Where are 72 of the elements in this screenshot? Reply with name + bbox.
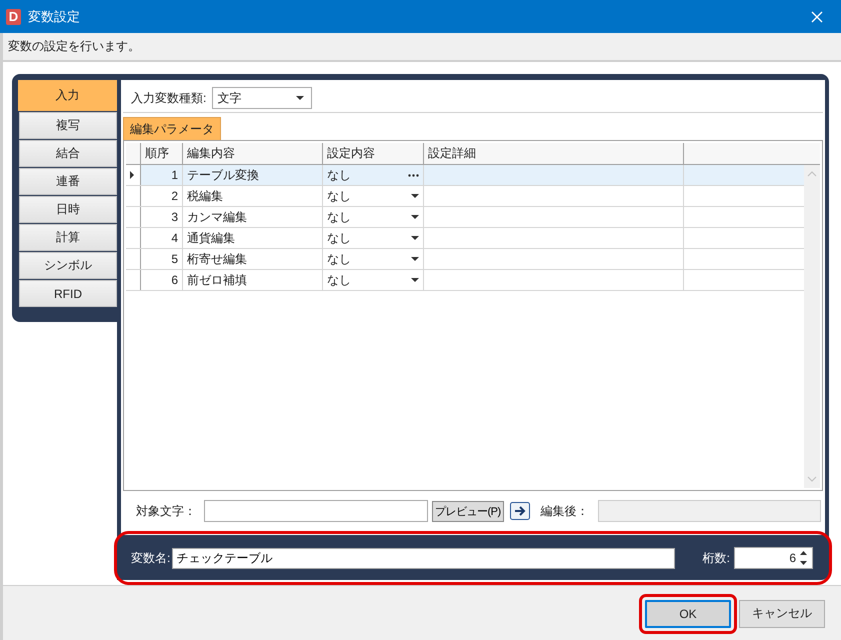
table-row[interactable]: 5 桁寄せ編集 なし xyxy=(126,249,804,270)
caret-icon xyxy=(411,215,419,219)
table-cell: テーブル変換 xyxy=(183,165,323,185)
table-cell: 通貨編集 xyxy=(183,228,323,248)
scroll-up-icon xyxy=(807,171,817,177)
caret-icon xyxy=(296,96,304,100)
table-row[interactable]: 1 テーブル変換 なし xyxy=(126,165,804,186)
digits-spinner[interactable]: 6 xyxy=(734,547,813,569)
window-title: 変数設定 xyxy=(28,8,80,26)
cell-text: なし xyxy=(327,230,351,246)
setting-dropdown[interactable]: なし xyxy=(323,165,424,185)
cell-text: なし xyxy=(327,166,351,184)
input-field[interactable] xyxy=(204,500,428,522)
field-label: 桁数: xyxy=(702,550,730,566)
scroll-down-icon xyxy=(807,476,817,482)
name-field[interactable]: チェックテーブル xyxy=(172,548,676,568)
table-cell: 桁寄せ編集 xyxy=(183,249,323,269)
row-pointer-icon xyxy=(130,171,134,179)
field-label: 編集後： xyxy=(540,502,590,520)
table-cell: 前ゼロ補填 xyxy=(183,270,323,290)
cell-text: なし xyxy=(327,250,351,268)
column-header: 設定詳細 xyxy=(424,143,684,164)
table-cell: 5 xyxy=(141,249,183,269)
field-label: 変数名: xyxy=(131,550,170,566)
caret-icon xyxy=(411,278,419,282)
cell-text: なし xyxy=(327,272,351,288)
table-cell: 税編集 xyxy=(183,186,323,206)
table-cell: 3 xyxy=(141,207,183,227)
table-cell: 4 xyxy=(141,228,183,248)
setting-dropdown[interactable]: なし xyxy=(323,228,424,248)
caret-icon xyxy=(411,194,419,198)
column-header: 編集内容 xyxy=(183,143,323,164)
preview-button[interactable]: プレビュー(P) xyxy=(432,500,504,522)
field-label: 入力変数種類: xyxy=(131,90,206,106)
sidebar-tab[interactable]: 連番 xyxy=(19,168,117,195)
table-cell: 2 xyxy=(141,186,183,206)
table-cell: 1 xyxy=(141,165,183,185)
setting-dropdown[interactable]: なし xyxy=(323,249,424,269)
spin-arrows-icon xyxy=(799,550,808,566)
table-row[interactable]: 4 通貨編集 なし xyxy=(126,228,804,249)
app-logo: D xyxy=(6,8,21,24)
field-label: 対象文字： xyxy=(136,502,197,520)
cell-text: なし xyxy=(327,208,351,226)
sidebar-tab[interactable]: 複写 xyxy=(19,112,117,139)
scrollbar[interactable] xyxy=(804,165,820,488)
sidebar-tab[interactable]: シンボル xyxy=(19,252,117,279)
cancel-button[interactable]: キャンセル xyxy=(739,600,825,628)
table-cell: 6 xyxy=(141,270,183,290)
table-row[interactable]: 6 前ゼロ補填 なし xyxy=(126,270,804,291)
table-row[interactable]: 2 税編集 なし xyxy=(126,186,804,207)
cell-text: なし xyxy=(327,188,351,204)
setting-dropdown[interactable]: なし xyxy=(323,207,424,227)
sidebar-tab[interactable]: 計算 xyxy=(19,224,117,251)
table-cell: カンマ編集 xyxy=(183,207,323,227)
sidebar-tab[interactable]: 入力 xyxy=(18,80,117,111)
description-text: 変数の設定を行います。 xyxy=(8,38,140,55)
result-field[interactable] xyxy=(598,500,821,522)
sidebar-tab[interactable]: 結合 xyxy=(19,140,117,167)
setting-dropdown[interactable]: なし xyxy=(323,186,424,206)
setting-dropdown[interactable]: なし xyxy=(323,270,424,290)
column-header: 順序 xyxy=(141,143,183,164)
caret-icon xyxy=(411,236,419,240)
arrow-button[interactable] xyxy=(510,502,530,520)
ellipsis-icon xyxy=(408,174,419,176)
column-header: 設定内容 xyxy=(323,143,424,164)
type-dropdown[interactable]: 文字 xyxy=(212,87,312,109)
sidebar-tab[interactable]: RFID xyxy=(19,280,117,307)
caret-icon xyxy=(411,257,419,261)
table-row[interactable]: 3 カンマ編集 なし xyxy=(126,207,804,228)
tab[interactable]: 編集パラメータ xyxy=(123,117,221,140)
sidebar-tab[interactable]: 日時 xyxy=(19,196,117,223)
close-icon[interactable] xyxy=(811,10,823,22)
